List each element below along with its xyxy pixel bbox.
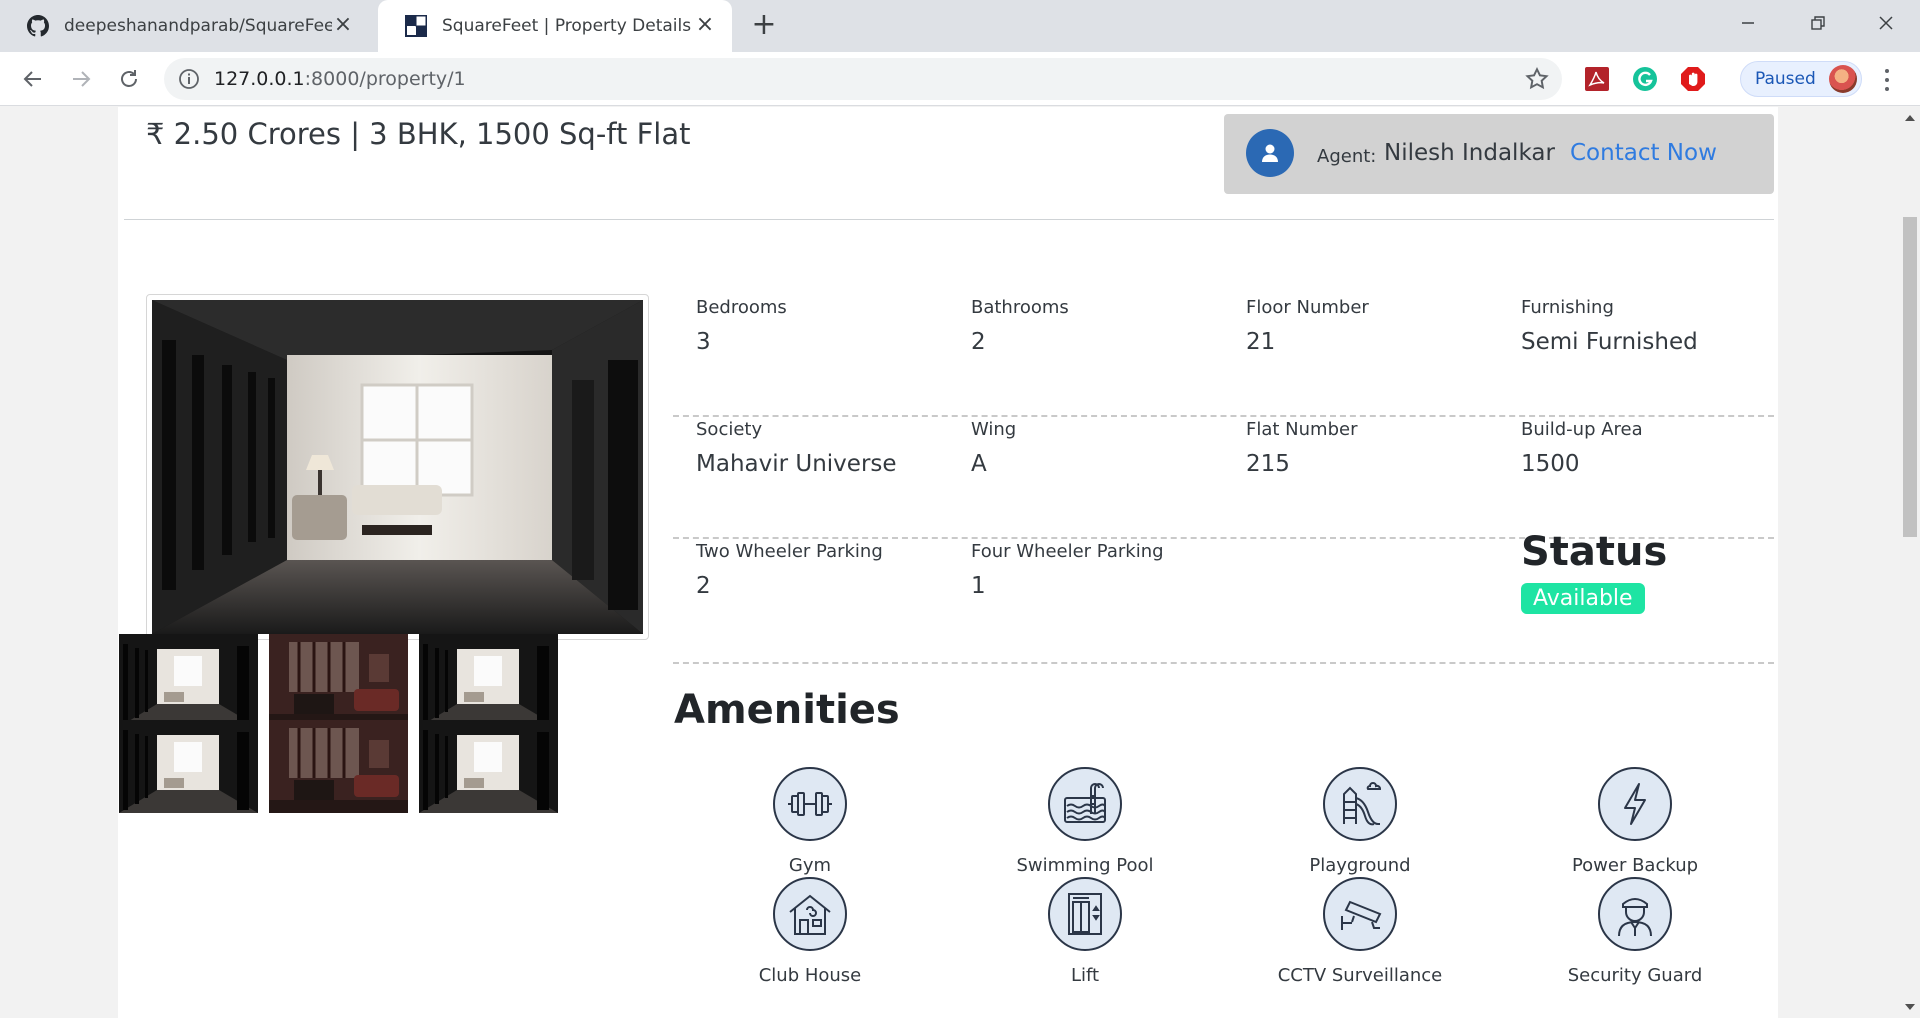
amenity-playground: Playground [1270, 767, 1450, 876]
browser-tab-strip: deepeshanandparab/SquareFeet × SquareFee… [0, 0, 1920, 52]
close-icon[interactable]: × [332, 14, 354, 37]
info-icon[interactable] [178, 68, 200, 90]
minimize-icon[interactable] [1720, 6, 1776, 40]
detail-value: A [971, 451, 987, 477]
detail-value: 21 [1246, 329, 1276, 355]
detail-label: Build-up Area [1521, 419, 1643, 440]
close-window-icon[interactable] [1858, 6, 1914, 40]
detail-label: Floor Number [1246, 297, 1369, 318]
avatar [1829, 65, 1857, 93]
detail-label: Four Wheeler Parking [971, 541, 1164, 562]
back-icon[interactable] [16, 62, 50, 96]
amenity-label: CCTV Surveillance [1277, 965, 1443, 986]
photo-thumbnail[interactable] [119, 634, 258, 727]
detail-value: 1500 [1521, 451, 1580, 477]
squarefeet-logo-icon [404, 14, 428, 38]
amenity-label: Club House [758, 965, 862, 986]
amenity-security-guard: Security Guard [1545, 877, 1725, 986]
page-scrollbar[interactable] [1900, 107, 1920, 1018]
detail-value: 1 [971, 573, 986, 599]
dumbbell-icon [773, 767, 847, 841]
new-tab-button[interactable]: + [748, 10, 780, 42]
amenity-label: Swimming Pool [1016, 855, 1154, 876]
scrollbar-thumb[interactable] [1903, 217, 1917, 537]
photo-thumbnail[interactable] [119, 720, 258, 813]
restore-icon[interactable] [1790, 6, 1846, 40]
property-container: ₹ 2.50 Crores | 3 BHK, 1500 Sq-ft Flat A… [118, 107, 1778, 1018]
amenities-title: Amenities [674, 687, 900, 733]
details-row: Society Mahavir Universe Wing A Flat Num… [673, 419, 1774, 539]
browser-tab-github[interactable]: deepeshanandparab/SquareFeet × [0, 0, 370, 52]
main-property-photo[interactable] [146, 294, 649, 640]
browser-toolbar: 127.0.0.1:8000/property/1 Paused [0, 52, 1920, 106]
pool-icon [1048, 767, 1122, 841]
forward-icon[interactable] [64, 62, 98, 96]
detail-value: Semi Furnished [1521, 329, 1698, 355]
contact-now-link[interactable]: Contact Now [1570, 140, 1717, 166]
user-icon [1246, 129, 1294, 177]
photo-thumbnail[interactable] [419, 720, 558, 813]
amenity-label: Security Guard [1567, 965, 1703, 986]
slide-icon [1323, 767, 1397, 841]
reload-icon[interactable] [112, 62, 146, 96]
elevator-icon [1048, 877, 1122, 951]
scroll-down-icon[interactable] [1905, 1004, 1915, 1010]
close-icon[interactable]: × [694, 14, 716, 37]
detail-label: Wing [971, 419, 1017, 440]
detail-label: Bathrooms [971, 297, 1069, 318]
agent-card: Agent: Nilesh Indalkar Contact Now [1224, 114, 1774, 194]
profile-button[interactable]: Paused [1740, 61, 1862, 97]
address-bar[interactable]: 127.0.0.1:8000/property/1 [164, 58, 1562, 100]
browser-menu-icon[interactable] [1874, 66, 1900, 94]
amenity-swimming-pool: Swimming Pool [995, 767, 1175, 876]
photo-thumbnail[interactable] [269, 720, 408, 813]
photo-thumbnail[interactable] [419, 634, 558, 727]
amenity-label: Lift [1070, 965, 1100, 986]
amenity-label: Gym [788, 855, 832, 876]
property-heading: ₹ 2.50 Crores | 3 BHK, 1500 Sq-ft Flat [146, 117, 691, 151]
acrobat-icon[interactable] [1584, 66, 1610, 92]
amenity-cctv: CCTV Surveillance [1270, 877, 1450, 986]
amenity-label: Playground [1309, 855, 1411, 876]
agent-label: Agent: [1317, 146, 1377, 167]
github-icon [26, 14, 50, 38]
amenity-lift: Lift [995, 877, 1175, 986]
amenity-power-backup: Power Backup [1545, 767, 1725, 876]
tab-title: deepeshanandparab/SquareFeet [64, 16, 332, 36]
detail-label: Flat Number [1246, 419, 1358, 440]
browser-tab-squarefeet[interactable]: SquareFeet | Property Details × [378, 0, 732, 52]
photo-thumbnail[interactable] [269, 634, 408, 727]
details-row: Bedrooms 3 Bathrooms 2 Floor Number 21 F… [673, 297, 1774, 417]
amenity-club-house: Club House [720, 877, 900, 986]
detail-value: 215 [1246, 451, 1290, 477]
amenity-label: Power Backup [1571, 855, 1699, 876]
divider [124, 219, 1774, 220]
status-badge: Available [1521, 583, 1645, 614]
detail-label: Bedrooms [696, 297, 787, 318]
grammarly-icon[interactable] [1632, 66, 1658, 92]
page-viewport: ₹ 2.50 Crores | 3 BHK, 1500 Sq-ft Flat A… [0, 107, 1900, 1018]
scroll-up-icon[interactable] [1905, 115, 1915, 121]
guard-icon [1598, 877, 1672, 951]
status-title: Status [1521, 529, 1668, 575]
lightning-icon [1598, 767, 1672, 841]
detail-label: Society [696, 419, 763, 440]
details-row: Two Wheeler Parking 2 Four Wheeler Parki… [673, 529, 1774, 664]
url-text: 127.0.0.1:8000/property/1 [214, 68, 466, 90]
detail-value: 2 [696, 573, 711, 599]
clubhouse-icon [773, 877, 847, 951]
detail-value: 2 [971, 329, 986, 355]
bookmark-star-icon[interactable] [1524, 66, 1550, 92]
detail-label: Furnishing [1521, 297, 1614, 318]
tab-title: SquareFeet | Property Details [442, 16, 692, 36]
amenity-gym: Gym [720, 767, 900, 876]
agent-name: Nilesh Indalkar [1384, 140, 1555, 166]
adblock-icon[interactable] [1680, 66, 1706, 92]
property-photo [152, 300, 643, 634]
cctv-icon [1323, 877, 1397, 951]
detail-value: Mahavir Universe [696, 451, 897, 477]
detail-label: Two Wheeler Parking [696, 541, 883, 562]
profile-status: Paused [1755, 69, 1816, 89]
detail-value: 3 [696, 329, 711, 355]
